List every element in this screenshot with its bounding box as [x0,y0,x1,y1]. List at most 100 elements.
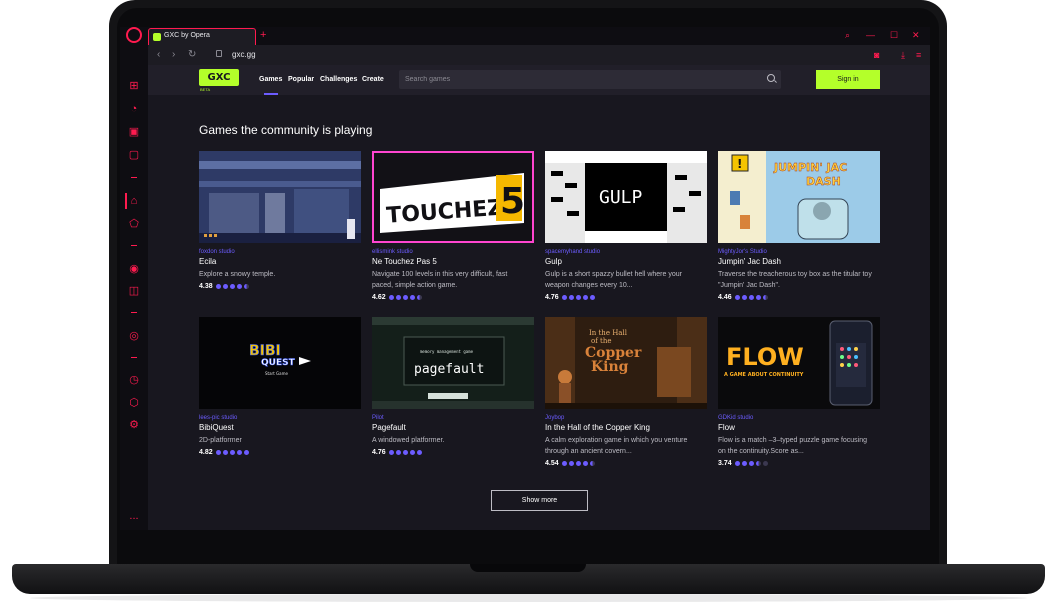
rating-star-full [216,284,221,289]
rating-star-full [735,461,740,466]
game-title[interactable]: In the Hall of the Copper King [545,423,650,432]
rating-star-full [569,461,574,466]
cube-icon[interactable]: ⬡ [127,396,141,410]
download-icon[interactable]: ⤓ [901,49,905,61]
game-thumbnail[interactable]: ! JUMPIN' JAC DASH [718,151,880,243]
search-icon[interactable] [767,74,775,82]
opera-sidebar: ⊞ ◔ ▣ ▢ ⌂ ⬠ ◉ ◫ ◎ ◷ ⬡ ⚙ ... [120,27,148,530]
game-studio[interactable]: MightyJor's Studio [718,249,767,255]
close-button[interactable]: ✕ [912,29,920,41]
section-title: Games the community is playing [199,123,373,137]
game-title[interactable]: Pagefault [372,423,406,432]
tab-bar: GXC by Opera + ⌕ — ☐ ✕ [148,27,930,45]
game-thumbnail[interactable]: In the Hall of the Copper King [545,317,707,409]
rating-value: 4.54 [545,460,559,467]
game-studio[interactable]: GDKid studio [718,415,753,421]
game-thumbnail[interactable]: GULP [545,151,707,243]
search-input[interactable] [405,73,745,86]
svg-text:BIBI: BIBI [249,343,281,359]
sidebar-divider [131,357,137,358]
settings-icon[interactable]: ⚙ [127,418,141,432]
game-title[interactable]: Ne Touchez Pas 5 [372,257,437,266]
url-field[interactable]: gxc.gg [232,50,256,59]
search-tabs-icon[interactable]: ⌕ [845,29,850,41]
rating-value: 4.82 [199,449,213,456]
rating-star-full [417,450,422,455]
sign-in-button[interactable]: Sign in [816,70,880,89]
rating-star-half [417,295,422,300]
gxc-site: GXC BETA Games Popular Challenges Create… [148,65,930,530]
gift-icon[interactable]: ▣ [127,125,141,139]
nav-challenges[interactable]: Challenges [320,76,357,83]
reload-button[interactable]: ↻ [188,49,196,61]
back-button[interactable]: ‹ [157,49,160,61]
game-studio[interactable]: lees-pic studio [199,415,237,421]
laptop-notch [470,564,586,572]
rating-stars [389,450,424,457]
instagram-icon[interactable]: ◫ [127,284,141,298]
maximize-button[interactable]: ☐ [890,29,898,41]
opera-logo-icon[interactable] [126,27,142,43]
beta-label: BETA [200,87,211,92]
browser-tab[interactable]: GXC by Opera [148,28,256,45]
minimize-button[interactable]: — [866,29,875,41]
home-icon[interactable]: ⌂ [127,194,141,208]
game-thumbnail[interactable]: TOUCHEZ 5 [372,151,534,243]
game-thumbnail[interactable]: memory management game pagefault [372,317,534,409]
player-icon[interactable]: ◎ [127,329,141,343]
rating-star-full [237,284,242,289]
thumb-title-text: FLOW [726,343,804,371]
gamepad-icon[interactable]: ⊞ [127,79,141,93]
rating-value: 4.46 [718,294,732,301]
thumb-title-text: QUEST [261,358,296,368]
nav-create[interactable]: Create [362,76,384,83]
game-title[interactable]: BibiQuest [199,423,234,432]
rating-star-full [403,450,408,455]
thumb-subtitle-text: Start Game [265,371,288,376]
rating-star-full [216,450,221,455]
game-thumbnail[interactable] [199,151,361,243]
sidebar-divider [131,177,137,178]
rating-star-full [590,295,595,300]
game-studio[interactable]: Pilot [372,415,384,421]
game-title[interactable]: Flow [718,423,735,432]
game-thumbnail[interactable]: BIBI QUEST Start Game [199,317,361,409]
svg-text:DASH: DASH [806,175,841,188]
nav-games[interactable]: Games [259,76,282,83]
rating-star-full [756,295,761,300]
messenger-icon[interactable]: ◉ [127,262,141,276]
game-description: A calm exploration game in which you ven… [545,437,688,455]
game-thumbnail[interactable]: FLOW A GAME ABOUT CONTINUITY [718,317,880,409]
game-description: Gulp is a short spazzy bullet hell where… [545,271,682,289]
clock-icon[interactable]: ◷ [127,373,141,387]
rating-star-full [223,450,228,455]
new-tab-button[interactable]: + [260,29,266,41]
game-title[interactable]: Jumpin' Jac Dash [718,257,781,266]
speedometer-icon[interactable]: ◔ [127,102,141,116]
game-studio[interactable]: ellismink studio [372,249,413,255]
rating-value: 3.74 [718,460,732,467]
game-studio[interactable]: Joybop [545,415,564,421]
thumb-subtitle-text: memory management game [420,349,474,354]
rating-star-full [569,295,574,300]
pentagon-icon[interactable]: ⬠ [127,217,141,231]
game-description: 2D-platformer [199,437,242,444]
laptop-shadow [30,594,1027,602]
easy-setup-icon[interactable]: ≡ [916,49,921,61]
forward-button[interactable]: › [172,49,175,61]
game-title[interactable]: Gulp [545,257,562,266]
more-icon[interactable]: ... [127,509,141,523]
nav-popular[interactable]: Popular [288,76,314,83]
rating-star-full [749,295,754,300]
game-title[interactable]: Ecila [199,257,216,266]
thumb-subtitle-text: A GAME ABOUT CONTINUITY [724,372,804,378]
camera-icon[interactable]: ◙ [874,49,879,61]
laptop-mockup: ⊞ ◔ ▣ ▢ ⌂ ⬠ ◉ ◫ ◎ ◷ ⬡ ⚙ ... GXC by Opera [0,0,1057,606]
svg-text:5: 5 [500,181,525,222]
game-studio[interactable]: spacemyhand studio [545,249,600,255]
rating-star-full [396,295,401,300]
gxc-logo[interactable]: GXC [199,69,239,86]
show-more-button[interactable]: Show more [491,490,588,511]
game-studio[interactable]: foxdon studio [199,249,235,255]
twitch-icon[interactable]: ▢ [127,148,141,162]
